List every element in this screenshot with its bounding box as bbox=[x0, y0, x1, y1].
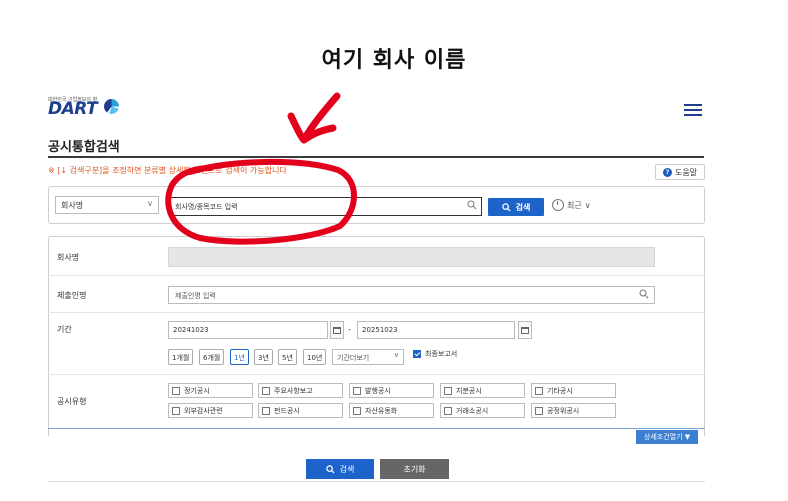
calendar-icon[interactable] bbox=[518, 321, 532, 339]
submitter-label: 제출인명 bbox=[57, 291, 87, 300]
checkbox-icon bbox=[444, 386, 452, 395]
option-label: 정기공시 bbox=[184, 386, 210, 395]
annotation-heading: 여기 회사 이름 bbox=[321, 48, 467, 73]
option-label: 기타공시 bbox=[547, 386, 573, 395]
title-divider bbox=[48, 156, 704, 158]
search-icon bbox=[501, 202, 511, 212]
chevron-down-icon: ∨ bbox=[147, 199, 153, 208]
search-notice: ※ [↓ 검색구분]을 조정하면 분류별 상세한 조건으로 검색이 가능합니다 bbox=[48, 166, 287, 175]
period-5-years[interactable]: 5년 bbox=[278, 349, 297, 365]
company-name-field bbox=[168, 247, 655, 267]
search-type-value: 회사명 bbox=[61, 201, 84, 210]
red-arrow-annotation bbox=[287, 92, 341, 144]
period-more-select[interactable]: 기간더보기 ∨ bbox=[332, 349, 404, 365]
period-label: 기간 bbox=[57, 325, 72, 334]
option-label: 지분공시 bbox=[456, 386, 482, 395]
disclosure-type-option[interactable]: 거래소공시 bbox=[440, 403, 525, 418]
checkbox-icon bbox=[535, 386, 543, 395]
recent-searches-toggle[interactable]: 최근 ∨ bbox=[552, 199, 591, 211]
disclosure-type-option[interactable]: 자산유동화 bbox=[349, 403, 434, 418]
help-button[interactable]: ? 도움말 bbox=[655, 164, 705, 180]
final-report-checkbox[interactable]: 최종보고서 bbox=[413, 349, 457, 359]
disclosure-type-option[interactable]: 펀드공시 bbox=[258, 403, 343, 418]
period-6-months[interactable]: 6개월 bbox=[199, 349, 225, 365]
option-label: 외부감사관련 bbox=[184, 406, 223, 415]
disclosure-type-option[interactable]: 외부감사관련 bbox=[168, 403, 253, 418]
row-divider bbox=[48, 312, 705, 313]
disclosure-type-option[interactable]: 기타공시 bbox=[531, 383, 616, 398]
period-1-month[interactable]: 1개월 bbox=[168, 349, 194, 365]
checkbox-icon bbox=[172, 386, 180, 395]
help-label: 도움말 bbox=[674, 167, 698, 177]
disclosure-type-option[interactable]: 정기공시 bbox=[168, 383, 253, 398]
bottom-search-label: 검색 bbox=[339, 464, 355, 474]
checkbox-checked-icon bbox=[413, 350, 421, 358]
date-separator: - bbox=[348, 325, 351, 334]
submitter-input[interactable]: 제출인명 입력 bbox=[168, 286, 655, 304]
menu-icon[interactable] bbox=[684, 104, 702, 119]
option-label: 펀드공시 bbox=[274, 406, 300, 415]
bottom-search-button[interactable]: 검색 bbox=[306, 459, 374, 479]
option-label: 주요사항보고 bbox=[274, 386, 313, 395]
search-button[interactable]: 검색 bbox=[488, 198, 544, 216]
checkbox-icon bbox=[172, 406, 180, 415]
checkbox-icon bbox=[262, 386, 270, 395]
period-10-years[interactable]: 10년 bbox=[303, 349, 327, 365]
search-button-label: 검색 bbox=[515, 202, 531, 212]
disclosure-type-option[interactable]: 발행공시 bbox=[349, 383, 434, 398]
calendar-icon[interactable] bbox=[330, 321, 344, 339]
row-divider bbox=[48, 275, 705, 276]
disclosure-type-option[interactable]: 지분공시 bbox=[440, 383, 525, 398]
search-type-select[interactable]: 회사명 ∨ bbox=[55, 196, 159, 214]
disclosure-type-option[interactable]: 주요사항보고 bbox=[258, 383, 343, 398]
dart-logo[interactable]: DART bbox=[48, 99, 98, 119]
page-title: 공시통합검색 bbox=[48, 140, 120, 155]
checkbox-icon bbox=[262, 406, 270, 415]
question-icon: ? bbox=[662, 167, 672, 177]
chevron-down-icon: ∨ bbox=[584, 200, 591, 210]
row-divider bbox=[48, 374, 705, 375]
search-icon bbox=[639, 289, 649, 299]
company-label: 회사명 bbox=[57, 253, 80, 262]
recent-label: 최근 bbox=[567, 200, 582, 210]
period-more-label: 기간더보기 bbox=[337, 354, 370, 362]
checkbox-icon bbox=[444, 406, 452, 415]
disclosure-type-option[interactable]: 공정위공시 bbox=[531, 403, 616, 418]
option-label: 공정위공시 bbox=[547, 406, 580, 415]
option-label: 자산유동화 bbox=[365, 406, 398, 415]
logo-mark-icon bbox=[104, 99, 119, 114]
company-search-input[interactable]: 회사명/종목코드 입력 bbox=[170, 197, 482, 216]
submitter-placeholder: 제출인명 입력 bbox=[175, 292, 216, 300]
period-3-years[interactable]: 3년 bbox=[254, 349, 273, 365]
period-1-year[interactable]: 1년 bbox=[230, 349, 249, 365]
final-report-label: 최종보고서 bbox=[425, 350, 458, 358]
bottom-divider bbox=[48, 481, 705, 482]
disclosure-type-label: 공시유형 bbox=[57, 397, 87, 406]
advanced-options-button[interactable]: 상세조건열기 ▼ bbox=[636, 430, 698, 444]
date-to-input[interactable]: 20251023 bbox=[357, 321, 515, 339]
advanced-divider bbox=[48, 428, 705, 429]
checkbox-icon bbox=[353, 386, 361, 395]
search-icon bbox=[325, 464, 335, 474]
option-label: 발행공시 bbox=[365, 386, 391, 395]
option-label: 거래소공시 bbox=[456, 406, 489, 415]
checkbox-icon bbox=[535, 406, 543, 415]
reset-button[interactable]: 초기화 bbox=[380, 459, 449, 479]
search-icon bbox=[467, 200, 477, 210]
chevron-down-icon: ∨ bbox=[393, 351, 399, 359]
date-from-input[interactable]: 20241023 bbox=[168, 321, 328, 339]
company-search-placeholder: 회사명/종목코드 입력 bbox=[175, 203, 238, 211]
checkbox-icon bbox=[353, 406, 361, 415]
clock-icon bbox=[552, 199, 564, 211]
